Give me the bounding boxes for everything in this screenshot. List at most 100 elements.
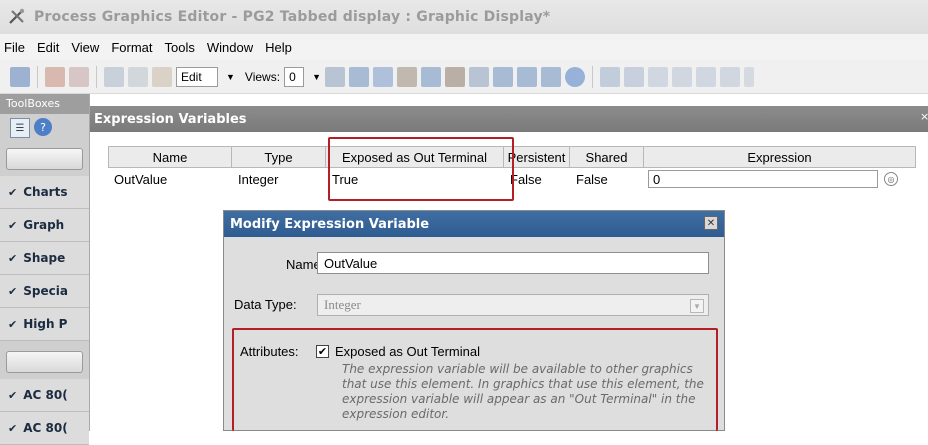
chevron-down-icon: ✔ bbox=[8, 421, 18, 435]
pen-2-icon[interactable] bbox=[671, 66, 692, 87]
cell-name[interactable]: OutValue bbox=[108, 168, 232, 190]
toolbox-view-buttons: ☰ ? bbox=[0, 114, 89, 142]
category-label: Charts bbox=[23, 185, 68, 199]
tools-icon[interactable] bbox=[324, 66, 345, 87]
toolbar: Edit ▼ Views: 0 ▼ bbox=[0, 60, 928, 94]
toolbox-category[interactable]: ✔ AC 80( bbox=[0, 412, 89, 445]
toolbar-separator bbox=[591, 65, 593, 88]
expression-editor-icon[interactable]: ◎ bbox=[884, 172, 898, 186]
edit-mode-combo[interactable]: Edit bbox=[176, 66, 218, 87]
dialog-title: Modify Expression Variable bbox=[230, 216, 430, 232]
cut-icon[interactable] bbox=[104, 66, 124, 87]
grid-icon[interactable] bbox=[348, 66, 369, 87]
views-combo[interactable]: 0 bbox=[284, 66, 305, 87]
toolboxes-panel: ToolBoxes ☰ ? ✔ Charts ✔ Graph ✔ Shape ✔ Spe… bbox=[0, 94, 90, 445]
name-field[interactable]: OutValue bbox=[317, 252, 709, 274]
zoom-icon[interactable] bbox=[372, 66, 393, 87]
toolbox-category[interactable]: ✔ High P bbox=[0, 308, 89, 341]
column-header-name[interactable]: Name bbox=[108, 146, 232, 168]
views-value: 0 bbox=[289, 69, 296, 84]
exposed-checkbox-label[interactable]: Exposed as Out Terminal bbox=[335, 344, 480, 359]
exposed-description: The expression variable will be availabl… bbox=[342, 362, 704, 421]
column-header-expression[interactable]: Expression bbox=[644, 146, 916, 168]
cell-shared[interactable]: False bbox=[570, 168, 644, 190]
menu-view[interactable]: View bbox=[71, 40, 99, 55]
column-header-persistent[interactable]: Persistent bbox=[504, 146, 570, 168]
toolboxes-title: ToolBoxes bbox=[0, 94, 89, 114]
panel-close-icon[interactable]: × bbox=[920, 110, 928, 126]
close-icon[interactable]: ✕ bbox=[704, 216, 718, 230]
chevron-down-icon: ▼ bbox=[690, 299, 704, 313]
window-title: Process Graphics Editor - PG2 Tabbed dis… bbox=[34, 9, 551, 25]
table-row[interactable]: OutValue Integer True False False 0 ◎ bbox=[108, 168, 916, 190]
list-view-icon[interactable]: ☰ bbox=[10, 118, 30, 138]
menu-edit[interactable]: Edit bbox=[37, 40, 59, 55]
brush-icon[interactable] bbox=[623, 66, 644, 87]
cell-type[interactable]: Integer bbox=[232, 168, 326, 190]
cell-expression: 0 ◎ bbox=[644, 168, 916, 190]
views-label: Views: bbox=[244, 69, 281, 84]
toolbox-category[interactable]: ✔ AC 80( bbox=[0, 379, 89, 412]
overflow-icon[interactable] bbox=[743, 66, 754, 87]
category-label: Shape bbox=[23, 251, 66, 265]
group-icon[interactable] bbox=[468, 66, 489, 87]
redo-icon[interactable] bbox=[69, 66, 89, 87]
data-type-select[interactable]: Integer ▼ bbox=[317, 294, 709, 316]
expression-variables-header: Expression Variables bbox=[90, 106, 928, 132]
chevron-down-icon: ✔ bbox=[8, 284, 18, 298]
align-icon[interactable] bbox=[420, 66, 441, 87]
app-tools-icon bbox=[6, 6, 28, 28]
toolbox-category[interactable]: ✔ Charts bbox=[0, 176, 89, 209]
edit-dropdown-icon[interactable]: ▼ bbox=[226, 72, 235, 82]
save-icon[interactable] bbox=[10, 66, 30, 87]
layout-icon[interactable] bbox=[492, 66, 513, 87]
paste-icon[interactable] bbox=[152, 66, 172, 87]
toolbar-separator bbox=[37, 65, 38, 88]
modify-expression-variable-dialog: Modify Expression Variable ✕ Name: OutVa… bbox=[223, 210, 725, 431]
chevron-down-icon: ✔ bbox=[8, 218, 18, 232]
expression-input[interactable]: 0 bbox=[648, 170, 878, 188]
menu-bar: File Edit View Format Tools Window Help bbox=[0, 34, 928, 60]
column-header-shared[interactable]: Shared bbox=[570, 146, 644, 168]
help-icon[interactable]: ? bbox=[34, 118, 52, 136]
format-icon[interactable] bbox=[599, 66, 620, 87]
toolbox-category[interactable]: ✔ Graph bbox=[0, 209, 89, 242]
pen-4-icon[interactable] bbox=[719, 66, 740, 87]
chevron-down-icon: ✔ bbox=[8, 251, 18, 265]
select-icon[interactable] bbox=[396, 66, 417, 87]
order-icon[interactable] bbox=[444, 66, 465, 87]
expression-variables-grid: Name Type Exposed as Out Terminal Persis… bbox=[108, 146, 916, 190]
menu-format[interactable]: Format bbox=[111, 40, 152, 55]
toolbox-group-button[interactable] bbox=[6, 351, 83, 373]
toolbox-category[interactable]: ✔ Specia bbox=[0, 275, 89, 308]
attributes-label: Attributes: bbox=[240, 344, 299, 359]
data-type-label: Data Type: bbox=[234, 297, 297, 312]
chevron-down-icon: ✔ bbox=[8, 185, 18, 199]
toolbox-category[interactable]: ✔ Shape bbox=[0, 242, 89, 275]
undo-icon[interactable] bbox=[45, 66, 65, 87]
exposed-checkbox[interactable]: ✔ bbox=[316, 345, 329, 358]
column-header-type[interactable]: Type bbox=[232, 146, 326, 168]
menu-tools[interactable]: Tools bbox=[164, 40, 194, 55]
cell-exposed[interactable]: True bbox=[326, 168, 504, 190]
category-label: AC 80( bbox=[23, 388, 68, 402]
help-icon[interactable] bbox=[564, 66, 585, 87]
views-dropdown-icon[interactable]: ▼ bbox=[312, 72, 321, 82]
edit-mode-value: Edit bbox=[181, 69, 202, 84]
layout-2-icon[interactable] bbox=[516, 66, 537, 87]
column-header-exposed[interactable]: Exposed as Out Terminal bbox=[326, 146, 504, 168]
toolbox-group-button[interactable] bbox=[6, 148, 83, 170]
copy-icon[interactable] bbox=[128, 66, 148, 87]
expression-value: 0 bbox=[653, 171, 661, 187]
name-value: OutValue bbox=[324, 255, 378, 271]
menu-file[interactable]: File bbox=[4, 40, 25, 55]
pen-icon[interactable] bbox=[647, 66, 668, 87]
cell-persistent[interactable]: False bbox=[504, 168, 570, 190]
menu-window[interactable]: Window bbox=[207, 40, 253, 55]
chevron-down-icon: ✔ bbox=[8, 317, 18, 331]
expression-variables-title: Expression Variables bbox=[94, 111, 247, 127]
pen-3-icon[interactable] bbox=[695, 66, 716, 87]
layout-3-icon[interactable] bbox=[540, 66, 561, 87]
toolbar-separator bbox=[96, 65, 97, 88]
menu-help[interactable]: Help bbox=[265, 40, 292, 55]
